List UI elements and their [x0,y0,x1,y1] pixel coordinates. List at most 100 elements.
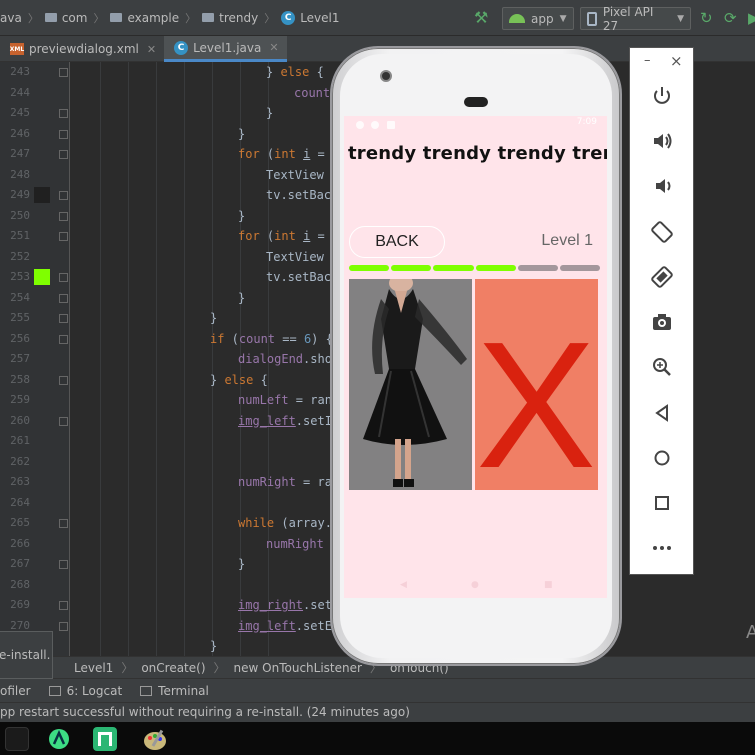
notification-balloon[interactable]: e-install. [0,631,53,679]
power-button[interactable] [630,78,693,114]
color-swatch[interactable] [34,187,50,203]
run-config-select[interactable]: app ▼ [502,7,574,30]
os-taskbar [0,722,755,755]
screenshot-button[interactable] [630,304,693,340]
code-line[interactable]: numRight [266,534,324,554]
paint-icon[interactable] [142,727,166,751]
code-line[interactable]: numRight = ra [238,472,332,492]
emulator-screen[interactable]: 7:09 trendy trendy trendy trendy BACK Le… [344,116,607,598]
home-button-emu[interactable] [630,440,693,476]
android-studio-icon[interactable] [47,727,71,751]
breadcrumb-item[interactable]: trendy 〉 [202,10,275,26]
fold-marker-icon[interactable] [59,211,68,221]
breadcrumb-item[interactable]: ava 〉 [0,10,39,26]
fold-marker-icon[interactable] [59,150,68,159]
code-line[interactable]: count [294,83,330,103]
tool-window-terminal[interactable]: Terminal [140,684,209,698]
build-hammer-icon[interactable]: ⚒ [474,8,488,27]
fold-marker-icon[interactable] [59,68,68,77]
nav-overview-icon[interactable]: ■ [544,580,553,590]
fold-marker-icon[interactable] [59,273,68,282]
code-line[interactable]: TextView [266,165,324,185]
tool-window-logcat[interactable]: 6: Logcat [48,684,122,698]
nav-home-icon[interactable]: ● [471,580,479,590]
code-line[interactable]: } [238,206,245,226]
apply-changes-icon[interactable]: ↻ [700,9,713,27]
breadcrumb-item[interactable]: example 〉 [110,10,196,26]
fold-marker-icon[interactable] [59,293,68,303]
code-line[interactable]: if (count == 6) { [210,329,333,349]
code-line[interactable]: TextView [266,247,324,267]
code-line[interactable]: tv.setBac [266,267,331,287]
tab-previewdialog[interactable]: XML previewdialog.xml ✕ [0,36,164,62]
fold-marker-icon[interactable] [59,334,68,344]
fold-marker-icon[interactable] [59,314,68,323]
fold-marker-icon[interactable] [59,375,68,385]
rotate-right-button[interactable] [630,259,693,295]
minimize-button[interactable]: – [644,53,651,68]
tool-window-profiler[interactable]: ofiler [0,684,31,698]
camera-icon [652,314,671,330]
progress-segment [433,265,474,271]
code-line[interactable]: dialogEnd.sho [238,349,332,369]
code-line[interactable]: } [210,308,217,328]
overview-button-emu[interactable] [630,485,693,521]
back-button-emu[interactable] [630,395,693,431]
line-number: 255 [10,311,30,324]
code-line[interactable]: } [238,288,245,308]
tool-window-bar: ofiler 6: Logcat Terminal [0,678,755,702]
breadcrumb-separator: 〉 [121,661,134,675]
code-line[interactable]: img_left.setI [238,411,332,431]
navigation-bar: ava 〉 com 〉 example 〉 trendy 〉 C Level1 ⚒ app… [0,0,755,36]
code-line[interactable]: for (int i = [238,226,325,246]
close-button[interactable]: × [670,52,683,70]
run-icon[interactable]: ▶ [748,9,755,27]
device-select[interactable]: Pixel API 27 ▼ [580,5,691,33]
chevron-down-icon: ▼ [559,13,567,24]
code-breadcrumb-item[interactable]: Level1 [74,661,113,675]
breadcrumb-item[interactable]: com 〉 [44,10,104,26]
tab-level1-java[interactable]: C Level1.java ✕ [164,36,287,62]
more-button[interactable] [630,530,693,566]
volume-up-icon [653,133,671,149]
zoom-button[interactable] [630,349,693,385]
dress-image-left[interactable] [349,279,472,490]
code-line[interactable]: } else { [210,370,268,390]
taskbar-app-icon[interactable] [5,727,29,751]
fold-marker-icon[interactable] [59,191,68,200]
nav-back-icon[interactable]: ◀ [400,580,407,590]
code-line[interactable]: } [210,636,217,656]
code-line[interactable]: numLeft = ran [238,390,332,410]
code-line[interactable]: img_left.setE [238,616,332,636]
code-line[interactable]: } [238,124,245,144]
close-icon[interactable]: ✕ [269,41,278,54]
volume-up-button[interactable] [630,123,693,159]
code-line[interactable]: } else { [266,62,324,82]
code-line[interactable]: while (array. [238,513,332,533]
fold-marker-icon[interactable] [59,416,68,426]
x-mark-panel[interactable]: X [475,279,598,490]
fold-marker-icon[interactable] [59,109,68,118]
code-line[interactable]: tv.setBac [266,185,331,205]
fold-marker-icon[interactable] [59,621,68,631]
code-breadcrumb-item[interactable]: onCreate() [141,661,205,675]
fold-marker-icon[interactable] [59,129,68,139]
code-line[interactable]: img_right.set [238,595,332,615]
code-breadcrumb-item[interactable]: new OnTouchListener [234,661,362,675]
rotate-left-button[interactable] [630,214,693,250]
fold-marker-icon[interactable] [59,601,68,610]
line-number: 264 [10,495,30,509]
breadcrumb-item[interactable]: C Level1 [281,10,340,25]
volume-down-button[interactable] [630,168,693,204]
code-line[interactable]: for (int i = [238,144,325,164]
fold-marker-icon[interactable] [59,232,68,241]
code-line[interactable]: } [238,554,245,574]
color-swatch[interactable] [34,269,50,285]
back-button[interactable]: BACK [349,226,445,258]
app-icon[interactable] [93,727,117,751]
fold-marker-icon[interactable] [59,519,68,528]
code-line[interactable]: } [266,103,273,123]
close-icon[interactable]: ✕ [147,43,156,56]
fold-marker-icon[interactable] [59,560,68,569]
apply-code-changes-icon[interactable]: ⟳ [724,9,737,27]
